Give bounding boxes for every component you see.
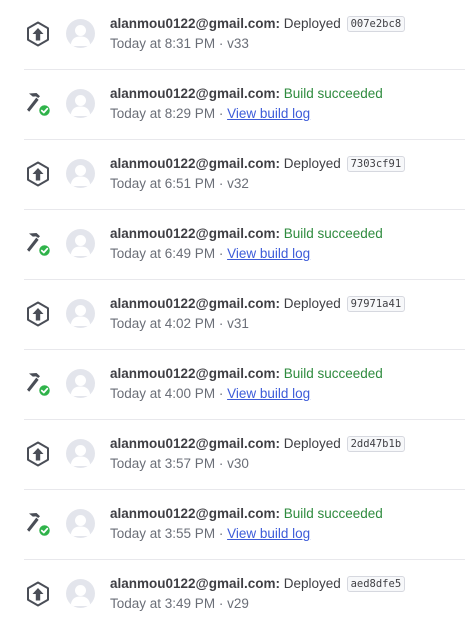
avatar [66, 89, 95, 118]
timestamp: Today at 6:51 PM [110, 176, 216, 191]
activity-item-deploy: alanmou0122@gmail.com: Deployed 7303cf91… [24, 140, 465, 210]
avatar [66, 509, 95, 538]
build-status: Build succeeded [283, 366, 383, 381]
build-status: Build succeeded [283, 86, 383, 101]
avatar [66, 299, 95, 328]
activity-action: Deployed [283, 156, 341, 171]
timestamp: Today at 8:31 PM [110, 36, 216, 51]
separator: · [218, 176, 224, 191]
timestamp: Today at 6:49 PM [110, 246, 216, 261]
build-success-icon [24, 90, 52, 118]
timestamp: Today at 4:00 PM [110, 386, 216, 401]
view-build-log-link[interactable]: View build log [227, 106, 310, 121]
avatar [66, 369, 95, 398]
deploy-icon [24, 20, 52, 48]
release-version: v30 [227, 456, 249, 471]
commit-hash-badge[interactable]: 7303cf91 [346, 156, 406, 172]
timestamp: Today at 3:57 PM [110, 456, 216, 471]
separator: · [218, 456, 224, 471]
commit-hash-badge[interactable]: aed8dfe5 [346, 576, 406, 592]
deploy-icon [24, 160, 52, 188]
user-email: alanmou0122@gmail.com: [110, 16, 280, 31]
activity-item-build: alanmou0122@gmail.com: Build succeeded T… [24, 350, 465, 420]
activity-item-deploy: alanmou0122@gmail.com: Deployed 007e2bc8… [24, 0, 465, 70]
activity-item-deploy: alanmou0122@gmail.com: Deployed 97971a41… [24, 280, 465, 350]
activity-item-build: alanmou0122@gmail.com: Build succeeded T… [24, 70, 465, 140]
activity-action: Deployed [283, 16, 341, 31]
commit-hash-badge[interactable]: 97971a41 [346, 296, 406, 312]
separator: · [218, 246, 224, 261]
avatar [66, 229, 95, 258]
separator: · [218, 596, 224, 611]
view-build-log-link[interactable]: View build log [227, 386, 310, 401]
release-version: v33 [227, 36, 249, 51]
avatar [66, 159, 95, 188]
avatar [66, 579, 95, 608]
commit-hash-badge[interactable]: 007e2bc8 [346, 16, 406, 32]
avatar [66, 19, 95, 48]
user-email: alanmou0122@gmail.com: [110, 86, 280, 101]
separator: · [218, 316, 224, 331]
release-version: v31 [227, 316, 249, 331]
user-email: alanmou0122@gmail.com: [110, 296, 280, 311]
activity-item-build: alanmou0122@gmail.com: Build succeeded T… [24, 490, 465, 560]
user-email: alanmou0122@gmail.com: [110, 436, 280, 451]
deploy-icon [24, 580, 52, 608]
separator: · [218, 36, 224, 51]
build-success-icon [24, 510, 52, 538]
activity-feed: alanmou0122@gmail.com: Deployed 007e2bc8… [0, 0, 465, 630]
activity-action: Deployed [283, 436, 341, 451]
timestamp: Today at 3:49 PM [110, 596, 216, 611]
activity-item-build: alanmou0122@gmail.com: Build succeeded T… [24, 210, 465, 280]
timestamp: Today at 3:55 PM [110, 526, 216, 541]
timestamp: Today at 8:29 PM [110, 106, 216, 121]
timestamp: Today at 4:02 PM [110, 316, 216, 331]
build-status: Build succeeded [283, 226, 383, 241]
commit-hash-badge[interactable]: 2dd47b1b [346, 436, 406, 452]
release-version: v29 [227, 596, 249, 611]
user-email: alanmou0122@gmail.com: [110, 506, 280, 521]
activity-action: Deployed [283, 576, 341, 591]
activity-action: Deployed [283, 296, 341, 311]
separator: · [218, 386, 224, 401]
separator: · [218, 526, 224, 541]
user-email: alanmou0122@gmail.com: [110, 366, 280, 381]
view-build-log-link[interactable]: View build log [227, 246, 310, 261]
build-status: Build succeeded [283, 506, 383, 521]
user-email: alanmou0122@gmail.com: [110, 156, 280, 171]
activity-item-deploy: alanmou0122@gmail.com: Deployed 2dd47b1b… [24, 420, 465, 490]
avatar [66, 439, 95, 468]
user-email: alanmou0122@gmail.com: [110, 226, 280, 241]
deploy-icon [24, 440, 52, 468]
release-version: v32 [227, 176, 249, 191]
user-email: alanmou0122@gmail.com: [110, 576, 280, 591]
activity-item-deploy: alanmou0122@gmail.com: Deployed aed8dfe5… [24, 560, 465, 630]
build-success-icon [24, 230, 52, 258]
separator: · [218, 106, 224, 121]
deploy-icon [24, 300, 52, 328]
view-build-log-link[interactable]: View build log [227, 526, 310, 541]
build-success-icon [24, 370, 52, 398]
